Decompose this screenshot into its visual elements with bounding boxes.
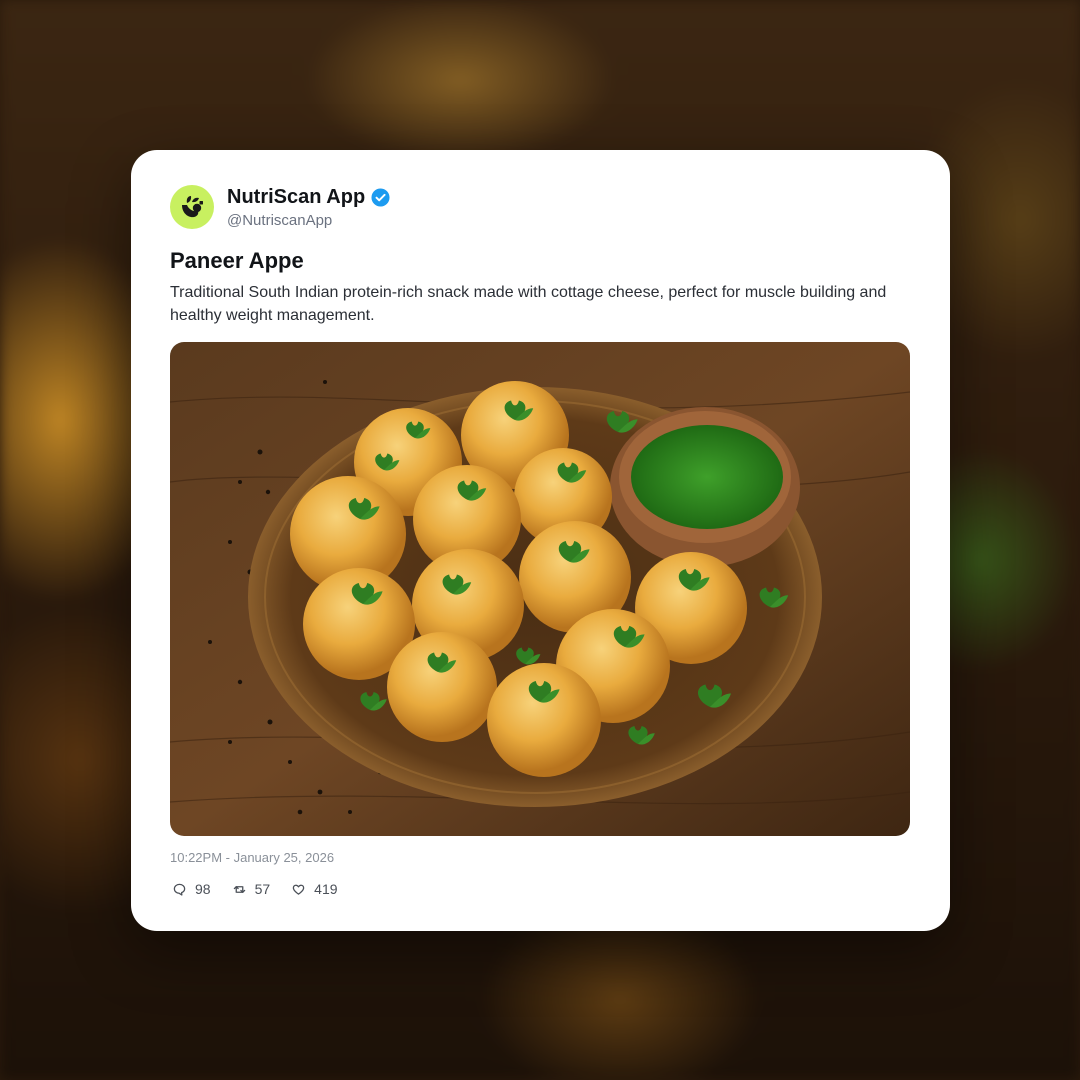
- comment-icon: [173, 883, 186, 896]
- nutriscan-logo-icon: [182, 196, 203, 218]
- like-button[interactable]: 419: [292, 881, 338, 897]
- avatar[interactable]: [170, 185, 214, 229]
- account-name-row[interactable]: NutriScan App: [227, 186, 390, 209]
- post-timestamp[interactable]: 10:22PM - January 25, 2026: [170, 850, 334, 865]
- reply-count: 98: [195, 881, 211, 897]
- verified-badge-icon: [371, 188, 390, 207]
- post-card: NutriScan App @NutriscanApp Paneer Appe …: [131, 150, 950, 931]
- paneer-appe-photo: [170, 342, 910, 836]
- engagement-bar: 98 57 419: [173, 881, 338, 897]
- repost-icon: [233, 885, 245, 893]
- post-description: Traditional South Indian protein-rich sn…: [170, 284, 887, 324]
- post-title: Paneer Appe: [170, 248, 304, 273]
- account-name[interactable]: NutriScan App: [227, 186, 365, 209]
- account-handle[interactable]: @NutriscanApp: [227, 212, 332, 229]
- like-count: 419: [314, 881, 338, 897]
- repost-count: 57: [254, 881, 271, 897]
- repost-button[interactable]: 57: [233, 881, 271, 897]
- reply-button[interactable]: 98: [173, 881, 211, 897]
- food-photo[interactable]: [170, 342, 910, 836]
- heart-icon: [292, 884, 305, 895]
